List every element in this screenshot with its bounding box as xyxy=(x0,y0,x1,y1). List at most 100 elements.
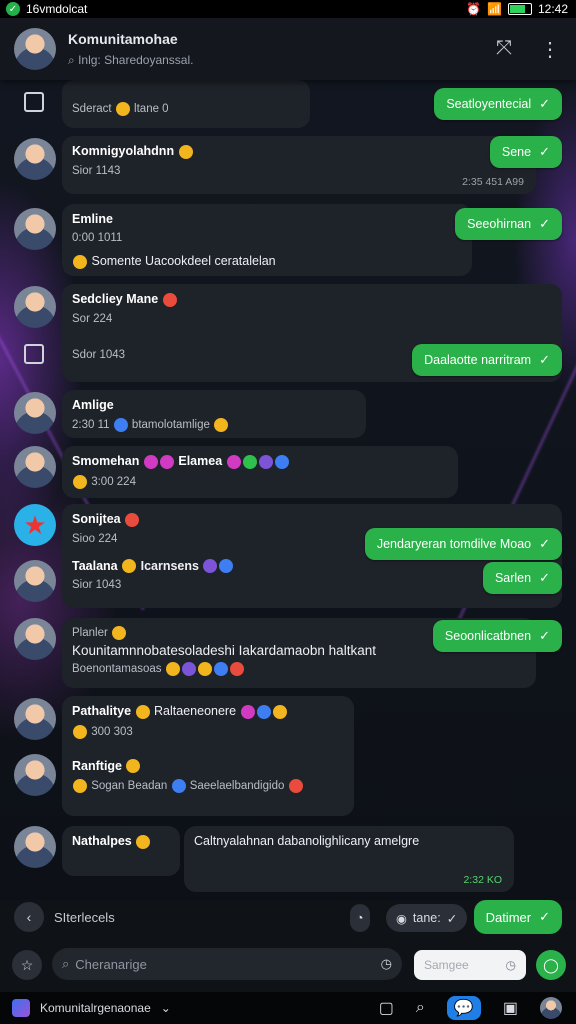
message-text: Caltnyalahnan dabanolighlicany amelgre xyxy=(194,834,420,848)
secondary-input[interactable]: Samgee ◷ xyxy=(414,950,526,980)
outgoing-bubble: Seeohirnan ✓ xyxy=(455,208,562,240)
message-bubble: Nathalpes xyxy=(62,826,180,876)
emoji-icon xyxy=(122,559,137,574)
emoji-icon xyxy=(115,102,130,116)
search-icon[interactable]: ⌕ xyxy=(416,999,425,1017)
read-check-icon: ✓ xyxy=(539,570,550,585)
bottom-panel: ‹ SIterlecels ◔ ◉ tane: ✓ Datimer ✓ ☆ ⌕ … xyxy=(0,900,576,1024)
emoji-icon xyxy=(272,704,287,719)
user-avatar[interactable] xyxy=(14,698,56,740)
outgoing-text: Sarlen xyxy=(494,571,532,585)
voice-icon[interactable]: ◔ xyxy=(350,904,370,932)
emoji-icon xyxy=(73,724,87,739)
more-icon[interactable]: ⋮ xyxy=(540,37,560,62)
message-text: btamolotamlige xyxy=(131,419,210,432)
user-avatar[interactable] xyxy=(14,754,56,796)
user-avatar[interactable] xyxy=(14,826,56,868)
taskbar-app-title[interactable]: Komunitalrgenaonae xyxy=(40,1001,151,1015)
sender-name[interactable]: Pathalitye xyxy=(72,704,131,718)
check-icon: ✓ xyxy=(446,911,458,926)
user-avatar[interactable] xyxy=(14,208,56,250)
chat-title[interactable]: Komunitamohae xyxy=(68,31,496,47)
wifi-icon: 📶 xyxy=(487,2,502,16)
clock-icon[interactable]: ◷ xyxy=(506,958,516,972)
send-button[interactable]: Datimer ✓ xyxy=(473,900,562,934)
message-input[interactable]: ⌕ Cheranarige ◷ xyxy=(52,948,402,980)
user-avatar[interactable] xyxy=(14,446,56,488)
message-bubble: Pathalitye Raltaeneonere 300 303 Ranftig… xyxy=(62,696,354,816)
sender-name[interactable]: Planler xyxy=(72,627,108,639)
sender-name[interactable]: Nathalpes xyxy=(72,834,132,848)
reply-label: SIterlecels xyxy=(54,909,115,925)
sender-name[interactable]: Sonijtea xyxy=(72,512,121,526)
emoji-icon xyxy=(258,454,273,469)
message-text: ltane 0 xyxy=(134,103,169,116)
sender-name[interactable]: Emline xyxy=(72,212,462,226)
message-text: Icarnsens xyxy=(140,558,199,573)
group-avatar[interactable] xyxy=(14,28,56,70)
taskbar: Komunitalrgenaonae ⌄ ▢ ⌕ 💬 ▣ xyxy=(0,992,576,1024)
sender-name[interactable]: Taalana xyxy=(72,559,118,573)
message-meta: 3:00 224 xyxy=(91,475,136,488)
message-text: Raltaeneonere xyxy=(154,704,237,718)
outgoing-text: Sene xyxy=(501,145,532,159)
emoji-icon xyxy=(135,704,150,719)
read-check-icon: ✓ xyxy=(539,536,550,551)
message-meta: Sor 224 xyxy=(72,312,113,325)
sender-name[interactable]: Smomehan xyxy=(72,454,139,468)
emoji-icon xyxy=(126,759,141,774)
app-icon[interactable] xyxy=(12,999,30,1017)
user-avatar[interactable] xyxy=(14,138,56,180)
message-meta: 2:30 11 xyxy=(72,419,110,432)
message-time: 2:32 KO xyxy=(463,874,502,886)
message-bubble: Sderact ltane 0 xyxy=(62,80,310,128)
emoji-icon xyxy=(171,779,186,794)
clock-icon[interactable]: ◷ xyxy=(381,956,392,972)
message-text: Saeelaelbandigido xyxy=(189,780,285,793)
chat-app-icon[interactable]: 💬 xyxy=(446,996,481,1020)
gallery-icon[interactable]: ▣ xyxy=(503,998,518,1018)
user-avatar[interactable] xyxy=(14,392,56,434)
message-sidebar-icon[interactable] xyxy=(24,92,44,112)
outgoing-bubble: Sarlen ✓ xyxy=(482,562,562,594)
emoji-icon xyxy=(143,454,158,469)
emoji-icon xyxy=(73,254,87,269)
outgoing-bubble: Jendaryeran tomdilve Moao ✓ xyxy=(364,528,562,560)
sender-name[interactable]: Amlige xyxy=(72,398,356,412)
profile-avatar[interactable] xyxy=(540,997,562,1019)
tone-pill[interactable]: ◉ tane: ✓ xyxy=(386,904,468,932)
star-avatar[interactable]: ★ xyxy=(14,504,56,546)
favorite-icon[interactable]: ☆ xyxy=(12,950,42,980)
emoji-icon xyxy=(165,662,180,676)
search-icon: ⌕ xyxy=(62,956,70,971)
message-bubble: Emline 0:00 1011 Somente Uacookdeel cera… xyxy=(62,204,472,276)
user-avatar[interactable] xyxy=(14,286,56,328)
window-icon[interactable]: ▢ xyxy=(379,998,394,1018)
outgoing-bubble: Seatloyentecial ✓ xyxy=(434,88,562,120)
emoji-icon xyxy=(125,512,140,527)
emoji-icon xyxy=(229,662,244,676)
message-sidebar-icon[interactable] xyxy=(24,344,44,364)
outgoing-text: Seeohirnan xyxy=(467,217,532,231)
emoji-icon xyxy=(219,559,234,574)
sender-name[interactable]: Komnigyolahdnn xyxy=(72,144,174,158)
chevron-down-icon[interactable]: ⌄ xyxy=(161,1001,171,1015)
message-list[interactable]: Sderact ltane 0 Seatloyentecial ✓ Komnig… xyxy=(0,80,576,900)
battery-icon xyxy=(507,3,532,15)
sender-name[interactable]: Ranftige xyxy=(72,759,122,773)
back-icon[interactable]: ‹ xyxy=(14,902,44,932)
attach-icon[interactable]: ⤧ xyxy=(496,37,512,62)
sender-name[interactable]: Sedcliey Mane xyxy=(72,292,158,306)
emoji-icon xyxy=(181,662,196,676)
emoji-icon xyxy=(274,454,289,469)
message-meta: Boenontamasoas xyxy=(72,663,162,676)
user-avatar[interactable] xyxy=(14,618,56,660)
user-avatar[interactable] xyxy=(14,560,56,602)
outgoing-text: Daalaotte narritram xyxy=(424,353,532,367)
search-icon[interactable]: ⌕ xyxy=(68,53,75,67)
shield-icon[interactable]: ◯ xyxy=(536,950,566,980)
input-placeholder: Cheranarige xyxy=(75,956,147,972)
message-meta: Sior 1043 xyxy=(72,579,122,592)
message-bubble: Amlige 2:30 11 btamolotamlige xyxy=(62,390,366,438)
read-check-icon: ✓ xyxy=(539,216,550,231)
